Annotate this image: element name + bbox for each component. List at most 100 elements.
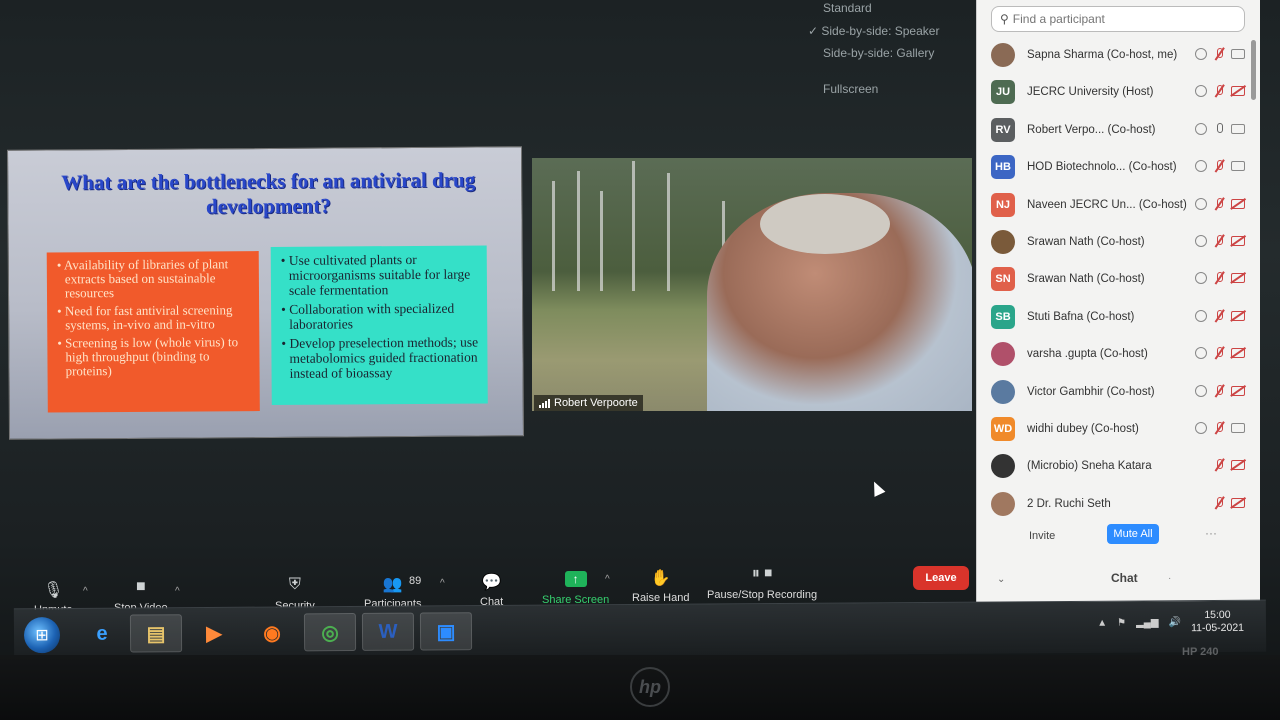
invite-button[interactable]: Invite (1029, 530, 1055, 542)
raise-hand-status-icon (1195, 235, 1207, 247)
raise-hand-status-icon (1195, 48, 1207, 60)
view-option-fullscreen[interactable]: Fullscreen (823, 82, 878, 96)
firefox-icon[interactable]: ◉ (246, 613, 298, 651)
mic-muted-icon (1213, 85, 1225, 97)
raise-hand-status-icon (1195, 309, 1207, 322)
leave-button[interactable]: Leave (913, 566, 969, 590)
mute-all-button[interactable]: Mute All (1107, 524, 1159, 544)
video-off-icon (1231, 460, 1245, 471)
slide-bullet: • Need for fast antiviral screening syst… (57, 302, 233, 333)
chat-options-icon[interactable]: · (1168, 573, 1171, 584)
chat-panel-title[interactable]: Chat (1111, 571, 1138, 585)
video-off-icon (1231, 198, 1245, 209)
mic-muted-icon (1213, 197, 1225, 210)
more-options-button[interactable]: ··· (1205, 526, 1217, 540)
mic-muted-icon: 🎙 (43, 582, 64, 599)
search-icon: ⚲ (1000, 12, 1009, 26)
participant-row[interactable]: JU JECRC University (Host) (991, 77, 1253, 107)
participant-name: 2 Dr. Ruchi Seth (1027, 497, 1111, 510)
participant-name: varsha .gupta (Co-host) (1027, 348, 1148, 361)
chat-icon: 💬 (481, 574, 502, 591)
mouse-cursor-icon (868, 479, 886, 497)
raise-hand-button[interactable]: ✋ Raise Hand (632, 568, 689, 604)
participants-options-caret[interactable]: ^ (440, 578, 445, 589)
slide-bullet: • Use cultivated plants or microorganism… (280, 251, 471, 298)
participant-row[interactable]: HB HOD Biotechnolo... (Co-host) (991, 152, 1253, 182)
video-off-icon (1231, 385, 1245, 396)
share-options-caret[interactable]: ^ (605, 574, 610, 585)
avatar: NJ (991, 192, 1015, 217)
mic-muted-icon (1213, 347, 1225, 359)
clock[interactable]: 15:00 11-05-2021 (1191, 609, 1244, 635)
video-off-icon (1231, 86, 1245, 97)
media-player-icon[interactable]: ▶ (188, 614, 240, 652)
mic-muted-icon (1213, 496, 1225, 509)
participant-row[interactable]: Srawan Nath (Co-host) (991, 227, 1253, 257)
video-off-icon (1231, 348, 1245, 359)
system-tray: ▲ ⚑ ▂▄▆ 🔊 15:00 11-05-2021 (1097, 609, 1244, 636)
chevron-down-icon[interactable]: ⌄ (997, 574, 1005, 585)
participant-row[interactable]: RV Robert Verpo... (Co-host) (991, 115, 1253, 145)
zoom-icon[interactable]: ▣ (419, 612, 473, 651)
slide-right-box: • Use cultivated plants or microorganism… (270, 245, 488, 405)
laptop-model-label: HP 240 (1182, 646, 1219, 658)
recording-button[interactable]: ⏸ ⏹ Pause/Stop Recording (707, 565, 817, 601)
show-hidden-icons-icon[interactable]: ▲ (1097, 617, 1107, 628)
file-explorer-icon[interactable]: ▤ (129, 614, 183, 653)
participant-row[interactable]: WD widhi dubey (Co-host) (991, 414, 1253, 444)
chrome-icon[interactable]: ◎ (303, 612, 357, 652)
participant-name: (Microbio) Sneha Katara (1027, 460, 1152, 473)
raise-hand-status-icon (1195, 197, 1207, 210)
slide-bullet: • Screening is low (whole virus) to high… (57, 334, 239, 379)
participant-row[interactable]: (Microbio) Sneha Katara (991, 451, 1253, 481)
chat-button[interactable]: 💬 Chat (480, 572, 503, 608)
flag-icon[interactable]: ⚑ (1117, 617, 1126, 628)
participant-status-icons (1195, 309, 1245, 322)
view-option-side-by-side-gallery[interactable]: Side-by-side: Gallery (823, 46, 934, 60)
participant-name: Robert Verpo... (Co-host) (1027, 123, 1156, 136)
volume-icon[interactable]: 🔊 (1169, 617, 1182, 628)
mic-muted-icon (1213, 160, 1225, 172)
search-input[interactable] (1012, 12, 1213, 26)
participant-row[interactable]: varsha .gupta (Co-host) (991, 339, 1253, 369)
participant-row[interactable]: SN Srawan Nath (Co-host) (991, 264, 1253, 294)
mic-muted-icon (1213, 384, 1225, 397)
video-icon (1231, 123, 1245, 134)
participant-search[interactable]: ⚲ (991, 6, 1245, 32)
participant-row[interactable]: Sapna Sharma (Co-host, me) (991, 40, 1253, 70)
participant-status-icons (1195, 235, 1245, 247)
word-icon[interactable]: W (361, 612, 415, 651)
mic-muted-icon (1213, 272, 1225, 284)
participant-status-icons (1195, 85, 1245, 98)
shield-icon: ⛨ (288, 576, 301, 593)
internet-explorer-icon[interactable]: e (76, 615, 128, 653)
raise-hand-status-icon (1195, 347, 1207, 360)
video-options-caret[interactable]: ^ (175, 586, 180, 597)
avatar (991, 491, 1015, 516)
participant-row[interactable]: NJ Naveen JECRC Un... (Co-host) (991, 190, 1253, 220)
raise-hand-status-icon (1195, 384, 1207, 397)
participant-name: Stuti Bafna (Co-host) (1027, 310, 1135, 323)
participant-row[interactable]: 2 Dr. Ruchi Seth (991, 489, 1253, 519)
participant-name: Srawan Nath (Co-host) (1027, 273, 1145, 286)
slide-bullet: • Availability of libraries of plant ext… (56, 256, 229, 301)
participant-status-icons (1213, 459, 1245, 471)
participant-row[interactable]: SB Stuti Bafna (Co-host) (991, 302, 1253, 332)
video-off-icon (1231, 236, 1245, 246)
raise-hand-status-icon (1195, 85, 1207, 98)
speaker-video: Robert Verpoorte (532, 158, 972, 411)
view-option-standard[interactable]: Standard (823, 1, 872, 15)
avatar (991, 379, 1015, 404)
network-icon[interactable]: ▂▄▆ (1136, 617, 1159, 628)
raise-hand-status-icon (1195, 122, 1207, 135)
participant-row[interactable]: Victor Gambhir (Co-host) (991, 377, 1253, 407)
start-button[interactable]: ⊞ (23, 617, 61, 654)
mic-icon (1213, 122, 1225, 135)
share-screen-button[interactable]: ↑ Share Screen (542, 570, 609, 606)
avatar: SB (991, 304, 1015, 329)
participant-status-icons (1195, 384, 1245, 397)
pause-stop-icon: ⏸ ⏹ (751, 565, 773, 582)
audio-options-caret[interactable]: ^ (83, 586, 88, 597)
participant-status-icons (1195, 48, 1245, 60)
view-option-side-by-side-speaker[interactable]: ✓ Side-by-side: Speaker (808, 24, 939, 38)
